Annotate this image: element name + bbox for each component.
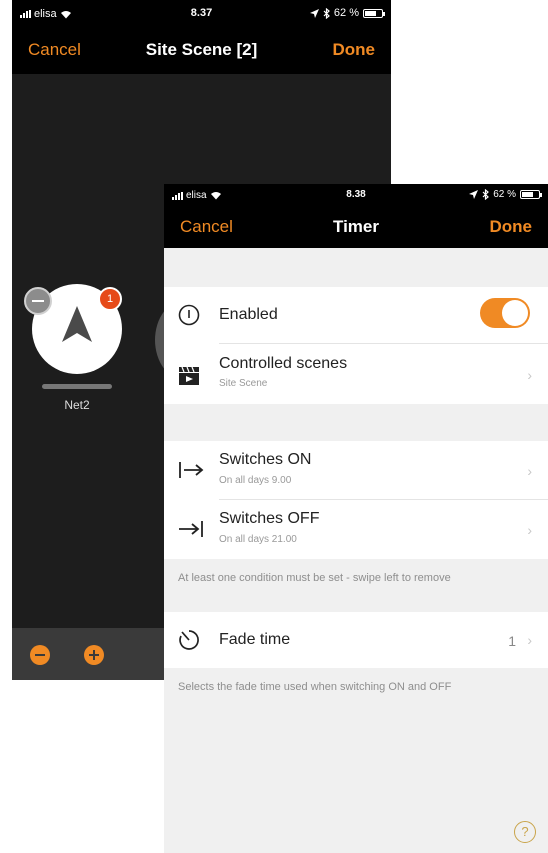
fade-time-label: Fade time: [219, 631, 291, 648]
net2-logo-icon: [62, 306, 92, 342]
navigation-bar: Cancel Site Scene [2] Done: [12, 26, 391, 74]
battery-icon: [520, 190, 542, 199]
remove-button[interactable]: [30, 645, 50, 665]
enabled-label: Enabled: [219, 306, 278, 323]
enabled-toggle[interactable]: [480, 298, 530, 328]
status-bar: elisa 8.37 62 %: [12, 0, 391, 26]
help-button[interactable]: ?: [514, 821, 536, 843]
switches-off-value: On all days 21.00: [219, 534, 297, 545]
switches-on-row[interactable]: Switches ON On all days 9.00 ›: [164, 441, 548, 499]
switches-off-label: Switches OFF: [219, 510, 320, 527]
timer-screen: elisa 8.38 62 % Cancel Timer Done Enable…: [164, 184, 548, 853]
switches-off-row[interactable]: Switches OFF On all days 21.00 ›: [164, 500, 548, 559]
remove-device-button[interactable]: [24, 287, 52, 315]
bluetooth-icon: [482, 189, 490, 200]
toggle-knob: [502, 300, 528, 326]
stage: elisa 8.37 62 % Cancel Site Scene [2] Do…: [0, 0, 548, 853]
clapperboard-icon: [179, 366, 199, 385]
battery-percent: 62 %: [333, 7, 359, 19]
controlled-scenes-label: Controlled scenes: [219, 355, 348, 372]
timer-settings-section: Enabled Controlled scenes Site Scene ›: [164, 287, 548, 404]
done-button[interactable]: Done: [490, 217, 533, 237]
switches-on-value: On all days 9.00: [219, 475, 292, 486]
fade-section: Fade time 1 ›: [164, 612, 548, 668]
conditions-note: At least one condition must be set - swi…: [178, 572, 451, 584]
done-button[interactable]: Done: [333, 40, 376, 60]
fade-time-value: 1: [508, 633, 516, 649]
location-icon: [309, 8, 319, 18]
controlled-scenes-row[interactable]: Controlled scenes Site Scene ›: [164, 344, 548, 404]
bluetooth-icon: [323, 7, 330, 19]
switch-conditions-section: Switches ON On all days 9.00 › Switches …: [164, 441, 548, 559]
chevron-right-icon: ›: [527, 367, 532, 383]
switch-off-arrow-icon: [179, 521, 203, 537]
battery-icon: [363, 8, 385, 18]
chevron-right-icon: ›: [527, 522, 532, 538]
fade-time-row[interactable]: Fade time 1 ›: [164, 612, 548, 668]
device-label: Net2: [64, 398, 90, 412]
enabled-row: Enabled: [164, 287, 548, 343]
power-icon: [178, 304, 200, 326]
switches-on-label: Switches ON: [219, 451, 312, 468]
navigation-bar: Cancel Timer Done: [164, 204, 548, 248]
switch-on-arrow-icon: [179, 462, 204, 478]
add-button[interactable]: [84, 645, 104, 665]
battery-percent: 62 %: [493, 189, 516, 200]
controlled-scenes-value: Site Scene: [219, 378, 268, 389]
chevron-right-icon: ›: [527, 632, 532, 648]
timer-icon: [179, 630, 199, 650]
status-bar: elisa 8.38 62 %: [164, 184, 548, 204]
location-icon: [469, 190, 479, 199]
device-level-bar: [42, 384, 112, 389]
device-count-badge: 1: [98, 287, 122, 311]
chevron-right-icon: ›: [527, 463, 532, 479]
fade-note: Selects the fade time used when switchin…: [178, 681, 452, 693]
